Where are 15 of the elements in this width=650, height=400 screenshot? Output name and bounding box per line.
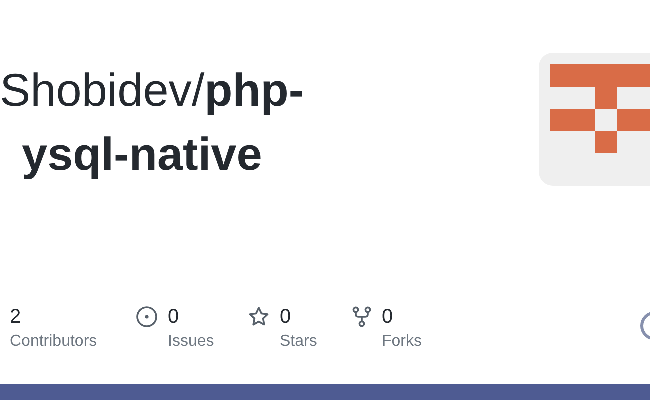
stat-count: 0 bbox=[168, 305, 180, 329]
stat-label: Stars bbox=[280, 332, 318, 352]
stat-label: Contributors bbox=[10, 332, 98, 352]
repo-title: ysql-native bbox=[22, 127, 262, 182]
fork-icon bbox=[352, 306, 372, 328]
repo-title: Shobidev/php- bbox=[0, 63, 304, 118]
stat-label: Issues bbox=[168, 332, 214, 352]
star-icon bbox=[248, 306, 270, 328]
stat-count: 0 bbox=[280, 305, 292, 329]
issue-icon bbox=[136, 306, 158, 328]
avatar-icon bbox=[640, 311, 650, 341]
stat-count: 0 bbox=[382, 305, 394, 329]
stat-count: 2 bbox=[10, 305, 22, 329]
stat-label: Forks bbox=[382, 332, 422, 352]
logo-icon bbox=[539, 53, 650, 186]
